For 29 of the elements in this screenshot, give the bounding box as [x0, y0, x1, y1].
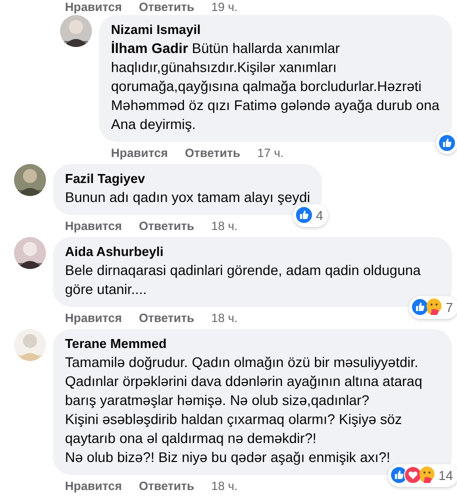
- author-name[interactable]: Aida Ashurbeyli: [65, 244, 440, 260]
- author-name[interactable]: Terane Memmed: [65, 336, 440, 352]
- hugging-face-icon: [418, 466, 436, 484]
- reaction-summary[interactable]: 4: [292, 204, 328, 227]
- timestamp[interactable]: 17 ч.: [257, 146, 284, 160]
- reaction-summary[interactable]: 14: [388, 464, 457, 487]
- thumbs-up-icon: [294, 206, 313, 224]
- author-name[interactable]: Nizami Ismayil: [111, 22, 440, 38]
- timestamp[interactable]: 18 ч.: [211, 479, 238, 493]
- thumbs-up-icon: [438, 134, 456, 152]
- like-link[interactable]: Нравится: [111, 146, 168, 160]
- reply-link[interactable]: Ответить: [184, 146, 240, 160]
- hugging-face-icon: [424, 298, 443, 316]
- timestamp[interactable]: 18 ч.: [211, 219, 238, 233]
- like-link[interactable]: Нравится: [65, 0, 122, 14]
- like-link[interactable]: Нравится: [65, 311, 122, 325]
- like-link[interactable]: Нравится: [65, 479, 122, 493]
- reaction-summary[interactable]: 7: [408, 296, 457, 319]
- reply-link[interactable]: Ответить: [138, 0, 194, 14]
- reaction-summary[interactable]: [436, 132, 457, 154]
- author-name[interactable]: Fazil Tagiyev: [65, 171, 310, 187]
- reply-link[interactable]: Ответить: [138, 479, 194, 493]
- like-link[interactable]: Нравится: [65, 219, 122, 233]
- reply-link[interactable]: Ответить: [138, 219, 194, 233]
- timestamp[interactable]: 18 ч.: [211, 311, 238, 325]
- comment-text: İlham Gadir Bütün hallarda xanımlar haqlıdır,günahsızdır.Kişilər xanımları qorumağa,qayğısına qalmağa borcludurlar.Həzrəti Məhəmməd öz qızı Fatimə gələndə ayağa durub ona Ana deyirmiş.: [111, 39, 440, 134]
- thumbs-up-icon: [410, 298, 429, 316]
- timestamp[interactable]: 19 ч.: [211, 0, 238, 14]
- reply-link[interactable]: Ответить: [138, 311, 194, 325]
